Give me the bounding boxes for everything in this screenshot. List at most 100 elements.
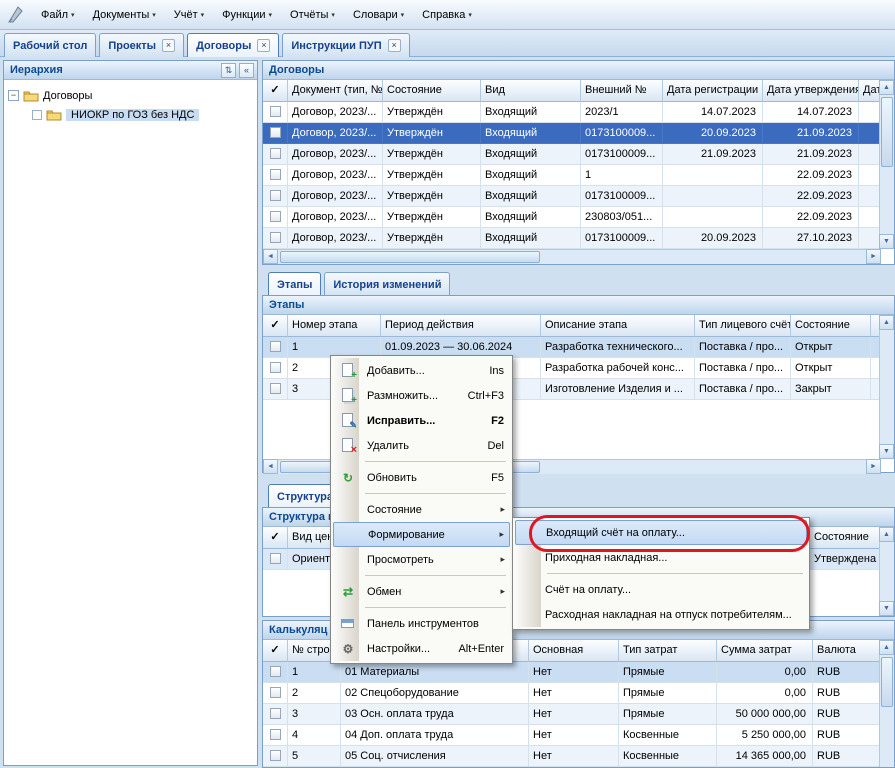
- column-header-kind[interactable]: Вид: [481, 80, 581, 102]
- submenu-item-invoice[interactable]: Счёт на оплату...: [515, 577, 807, 602]
- table-row[interactable]: 2 02 Спецоборудование Нет Прямые 0,00 RU…: [263, 683, 894, 704]
- structure-vertical-scrollbar[interactable]: ▲ ▼: [879, 527, 894, 616]
- menu-help[interactable]: Справка▾: [413, 5, 481, 25]
- column-header-desc[interactable]: Описание этапа: [541, 315, 695, 337]
- row-checkbox[interactable]: [263, 165, 288, 186]
- close-icon[interactable]: ×: [257, 39, 270, 52]
- scroll-up-icon[interactable]: ▲: [879, 527, 894, 542]
- close-icon[interactable]: ×: [162, 39, 175, 52]
- row-checkbox[interactable]: [263, 337, 288, 358]
- scroll-right-icon[interactable]: ►: [866, 249, 881, 264]
- scroll-up-icon[interactable]: ▲: [879, 315, 894, 330]
- tab-history[interactable]: История изменений: [324, 272, 450, 296]
- submenu-item-expense-note[interactable]: Расходная накладная на отпуск потребител…: [515, 602, 807, 627]
- row-checkbox[interactable]: [263, 144, 288, 165]
- column-header-date[interactable]: Дата: [859, 80, 879, 102]
- table-row[interactable]: Договор, 2023/... Утверждён Входящий 1 2…: [263, 165, 894, 186]
- column-header-sum[interactable]: Сумма затрат: [717, 640, 813, 662]
- menu-item-state[interactable]: Состояние ▸: [333, 497, 510, 522]
- column-header-period[interactable]: Период действия: [381, 315, 541, 337]
- table-row[interactable]: Договор, 2023/... Утверждён Входящий 202…: [263, 102, 894, 123]
- row-checkbox[interactable]: [263, 123, 288, 144]
- tab-stages[interactable]: Этапы: [268, 272, 321, 296]
- tree-node-root[interactable]: − Договоры: [8, 86, 253, 105]
- menu-item-settings[interactable]: ⚙ Настройки... Alt+Enter: [333, 636, 510, 661]
- menu-file[interactable]: Файл▾: [32, 5, 84, 25]
- row-checkbox[interactable]: [263, 228, 288, 249]
- row-checkbox[interactable]: [263, 358, 288, 379]
- scroll-down-icon[interactable]: ▼: [879, 234, 894, 249]
- submenu-item-incoming-invoice[interactable]: Входящий счёт на оплату...: [515, 520, 807, 545]
- table-row[interactable]: Договор, 2023/... Утверждён Входящий 017…: [263, 228, 894, 249]
- close-icon[interactable]: ×: [388, 39, 401, 52]
- select-all-column-header[interactable]: ✓: [263, 80, 288, 102]
- select-all-column-header[interactable]: ✓: [263, 640, 288, 662]
- table-row[interactable]: 4 04 Доп. оплата труда Нет Косвенные 5 2…: [263, 725, 894, 746]
- column-header-num[interactable]: Номер этапа: [288, 315, 381, 337]
- menu-item-duplicate[interactable]: Размножить... Ctrl+F3: [333, 383, 510, 408]
- scroll-up-icon[interactable]: ▲: [879, 80, 894, 95]
- scroll-thumb[interactable]: [881, 97, 893, 167]
- scroll-left-icon[interactable]: ◄: [263, 249, 278, 264]
- row-checkbox[interactable]: [263, 379, 288, 400]
- contracts-vertical-scrollbar[interactable]: ▲ ▼: [879, 80, 894, 249]
- scroll-left-icon[interactable]: ◄: [263, 459, 278, 474]
- contracts-horizontal-scrollbar[interactable]: ◄ ►: [263, 249, 881, 264]
- menu-item-delete[interactable]: Удалить Del: [333, 433, 510, 458]
- table-row-selected[interactable]: 1 01 Материалы Нет Прямые 0,00 RUB: [263, 662, 894, 683]
- column-header-ext[interactable]: Внешний №: [581, 80, 663, 102]
- menu-item-exchange[interactable]: ⇄ Обмен ▸: [333, 579, 510, 604]
- tree-checkbox[interactable]: [32, 110, 42, 120]
- row-checkbox[interactable]: [263, 746, 288, 767]
- column-header-type[interactable]: Тип затрат: [619, 640, 717, 662]
- table-row-selected[interactable]: Договор, 2023/... Утверждён Входящий 017…: [263, 123, 894, 144]
- table-row[interactable]: Договор, 2023/... Утверждён Входящий 230…: [263, 207, 894, 228]
- row-checkbox[interactable]: [263, 207, 288, 228]
- tab-projects[interactable]: Проекты×: [99, 33, 184, 57]
- table-row[interactable]: 3 03 Осн. оплата труда Нет Прямые 50 000…: [263, 704, 894, 725]
- menu-accounting[interactable]: Учёт▾: [165, 5, 213, 25]
- row-checkbox[interactable]: [263, 725, 288, 746]
- column-header-reg[interactable]: Дата регистрации: [663, 80, 763, 102]
- scroll-right-icon[interactable]: ►: [866, 459, 881, 474]
- scroll-thumb[interactable]: [280, 251, 540, 263]
- menu-item-toolbar[interactable]: Панель инструментов: [333, 611, 510, 636]
- menu-dictionaries[interactable]: Словари▾: [344, 5, 413, 25]
- column-header-currency[interactable]: Валюта: [813, 640, 879, 662]
- column-header-doc[interactable]: Документ (тип, №: [288, 80, 383, 102]
- scroll-down-icon[interactable]: ▼: [879, 601, 894, 616]
- column-header-state[interactable]: Состояние: [383, 80, 481, 102]
- submenu-item-receipt-note[interactable]: Приходная накладная...: [515, 545, 807, 570]
- row-checkbox[interactable]: [263, 186, 288, 207]
- table-row[interactable]: 5 05 Соц. отчисления Нет Косвенные 14 36…: [263, 746, 894, 767]
- tab-instructions[interactable]: Инструкции ПУП×: [282, 33, 409, 57]
- tab-contracts[interactable]: Договоры×: [187, 33, 279, 57]
- menu-documents[interactable]: Документы▾: [84, 5, 165, 25]
- column-header-account[interactable]: Тип лицевого счёт: [695, 315, 791, 337]
- menu-reports[interactable]: Отчёты▾: [281, 5, 344, 25]
- menu-item-add[interactable]: Добавить... Ins: [333, 358, 510, 383]
- column-header-approve[interactable]: Дата утверждения: [763, 80, 859, 102]
- collapse-panel-icon[interactable]: «: [239, 63, 254, 78]
- select-all-column-header[interactable]: ✓: [263, 315, 288, 337]
- column-header-main[interactable]: Основная: [529, 640, 619, 662]
- menu-item-edit[interactable]: Исправить... F2: [333, 408, 510, 433]
- tree-expand-icon[interactable]: −: [8, 90, 19, 101]
- column-header-state[interactable]: Состояние: [810, 527, 879, 549]
- row-checkbox[interactable]: [263, 549, 288, 570]
- menu-functions[interactable]: Функции▾: [213, 5, 281, 25]
- row-checkbox[interactable]: [263, 102, 288, 123]
- row-checkbox[interactable]: [263, 704, 288, 725]
- tree-node-child[interactable]: НИОКР по ГОЗ без НДС: [32, 105, 253, 124]
- tab-desktop[interactable]: Рабочий стол: [4, 33, 96, 57]
- menu-item-formation[interactable]: Формирование ▸: [333, 522, 510, 547]
- column-header-state[interactable]: Состояние: [791, 315, 871, 337]
- table-row[interactable]: Договор, 2023/... Утверждён Входящий 017…: [263, 186, 894, 207]
- menu-item-refresh[interactable]: ↻ Обновить F5: [333, 465, 510, 490]
- stages-vertical-scrollbar[interactable]: ▲ ▼: [879, 315, 894, 459]
- select-all-column-header[interactable]: ✓: [263, 527, 288, 549]
- scroll-down-icon[interactable]: ▼: [879, 444, 894, 459]
- row-checkbox[interactable]: [263, 662, 288, 683]
- row-checkbox[interactable]: [263, 683, 288, 704]
- table-row[interactable]: Договор, 2023/... Утверждён Входящий 017…: [263, 144, 894, 165]
